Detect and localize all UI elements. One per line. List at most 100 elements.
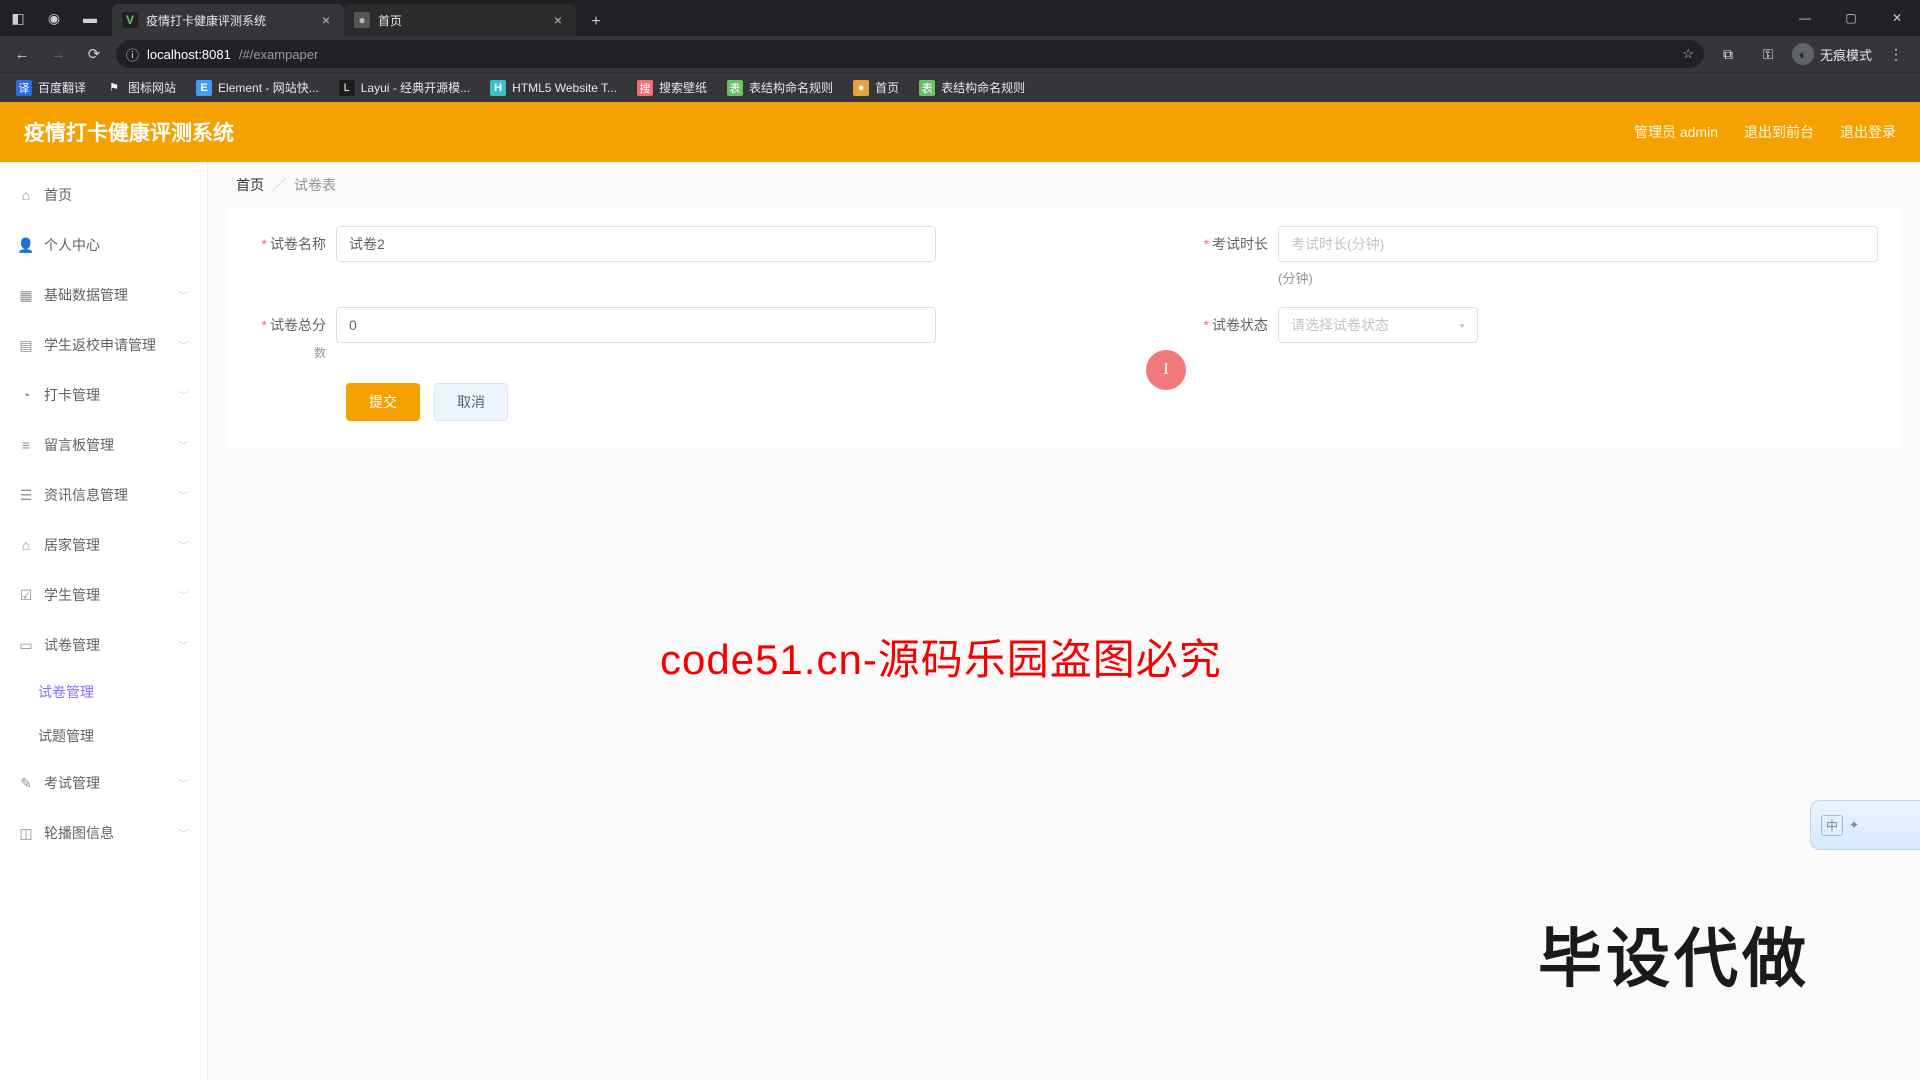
bookmark-item[interactable]: EElement - 网站快...: [188, 76, 327, 100]
bookmark-label: 首页: [875, 79, 899, 96]
sidebar-item-label: 居家管理: [44, 535, 100, 555]
bookmark-label: 图标网站: [128, 79, 176, 96]
chevron-down-icon: ﹀: [178, 389, 189, 400]
ime-tool-icon[interactable]: ✦: [1849, 818, 1859, 832]
bookmark-star-icon[interactable]: ☆: [1682, 46, 1694, 62]
sidebar-item[interactable]: ▦基础数据管理﹀: [0, 270, 207, 320]
sidebar-item[interactable]: ≡留言板管理﹀: [0, 420, 207, 470]
bookmark-item[interactable]: 表表结构命名规则: [719, 76, 841, 100]
sidebar-item-label: 首页: [44, 185, 72, 205]
incognito-icon: ◐: [1792, 43, 1814, 65]
sidebar-subitem-question[interactable]: 试题管理: [0, 714, 207, 758]
status-label: 试卷状态: [1192, 307, 1278, 343]
window-close-button[interactable]: ✕: [1874, 0, 1920, 36]
sidebar-item[interactable]: ▭试卷管理﹀: [0, 620, 207, 670]
sidebar-item-label: 个人中心: [44, 235, 100, 255]
bookmark-item[interactable]: HHTML5 Website T...: [482, 76, 625, 100]
sidebar-icon: ◔: [18, 387, 34, 403]
breadcrumb-home[interactable]: 首页: [236, 175, 264, 195]
header-admin-label[interactable]: 管理员 admin: [1634, 122, 1718, 142]
sidebar-item-label: 学生管理: [44, 585, 100, 605]
ime-toolbar[interactable]: 中 ✦: [1810, 800, 1920, 850]
close-tab-icon[interactable]: ×: [550, 12, 566, 28]
sidebar-icon: ▦: [18, 287, 34, 303]
sidebar-item[interactable]: ☑学生管理﹀: [0, 570, 207, 620]
bookmark-item[interactable]: ⚑ 图标网站: [98, 76, 184, 100]
app-window-icon: ▬: [72, 0, 108, 36]
bookmark-item[interactable]: 搜搜索壁纸: [629, 76, 715, 100]
bookmark-item[interactable]: 表表结构命名规则: [911, 76, 1033, 100]
bookmark-icon: 表: [727, 80, 743, 96]
sidebar-subitem-paper[interactable]: 试卷管理: [0, 670, 207, 714]
sidebar-icon: ⌂: [18, 537, 34, 553]
score-label: 试卷总分: [250, 307, 336, 343]
nav-reload-button[interactable]: ⟳: [80, 40, 108, 68]
browser-tab-active[interactable]: V 疫情打卡健康评测系统 ×: [112, 4, 344, 36]
bookmark-item[interactable]: LLayui - 经典开源模...: [331, 76, 478, 100]
sidebar-item[interactable]: ⌂ 首页: [0, 170, 207, 220]
duration-input[interactable]: [1278, 226, 1878, 262]
chevron-down-icon: ﹀: [178, 827, 189, 838]
new-tab-button[interactable]: +: [582, 8, 610, 36]
tab-title: 疫情打卡健康评测系统: [146, 12, 310, 29]
window-minimize-button[interactable]: ―: [1782, 0, 1828, 36]
incognito-glyph-icon: ◉: [36, 0, 72, 36]
paper-name-input[interactable]: [336, 226, 936, 262]
bookmarks-bar: 译百度翻译 ⚑ 图标网站 EElement - 网站快...LLayui - 经典开源…: [0, 72, 1920, 102]
sidebar-item[interactable]: ⌂居家管理﹀: [0, 520, 207, 570]
url-bar[interactable]: ⓘ localhost:8081 /#/exampaper ☆: [116, 40, 1704, 68]
breadcrumb: 首页 ／ 试卷表: [208, 162, 1920, 208]
status-placeholder: 请选择试卷状态: [1291, 315, 1389, 335]
nav-back-button[interactable]: ←: [8, 40, 36, 68]
bookmark-item[interactable]: ● 首页: [845, 76, 907, 100]
reading-list-icon[interactable]: ⧉: [1712, 40, 1744, 68]
sidebar-item[interactable]: ✎考试管理﹀: [0, 758, 207, 808]
sidebar-icon: ☰: [18, 487, 34, 503]
bookmark-icon: ●: [853, 80, 869, 96]
tab-favicon: ●: [354, 12, 370, 28]
status-select[interactable]: 请选择试卷状态 ▾: [1278, 307, 1478, 343]
sidebar-icon: ▤: [18, 337, 34, 353]
sidebar-item-label: 学生返校申请管理: [44, 335, 156, 355]
sidebar-icon: ⌂: [18, 187, 34, 203]
bookmark-label: 表结构命名规则: [941, 79, 1025, 96]
bookmark-icon: 译: [16, 80, 32, 96]
breadcrumb-sep-icon: ／: [272, 175, 286, 195]
header-exit-front-button[interactable]: 退出到前台: [1744, 122, 1814, 142]
system-menu-icon[interactable]: ◧: [0, 0, 36, 36]
window-maximize-button[interactable]: ▢: [1828, 0, 1874, 36]
browser-tab[interactable]: ● 首页 ×: [344, 4, 576, 36]
close-tab-icon[interactable]: ×: [318, 12, 334, 28]
url-path: /#/exampaper: [239, 47, 319, 62]
incognito-indicator[interactable]: ◐ 无痕模式: [1792, 43, 1872, 65]
cancel-button[interactable]: 取消: [434, 383, 508, 421]
tab-favicon: V: [122, 12, 138, 28]
sidebar-item-label: 考试管理: [44, 773, 100, 793]
sidebar-icon: ✎: [18, 775, 34, 791]
nav-forward-button: →: [44, 40, 72, 68]
sidebar-item-label: 试卷管理: [44, 635, 100, 655]
sidebar-item-label: 轮播图信息: [44, 823, 114, 843]
bookmark-icon: ⚑: [106, 80, 122, 96]
sidebar-item[interactable]: 👤 个人中心: [0, 220, 207, 270]
bookmark-label: 搜索壁纸: [659, 79, 707, 96]
site-info-icon[interactable]: ⓘ: [126, 45, 139, 64]
header-logout-button[interactable]: 退出登录: [1840, 122, 1896, 142]
sidebar-item[interactable]: ▤学生返校申请管理﹀: [0, 320, 207, 370]
sidebar-item[interactable]: ☰资讯信息管理﹀: [0, 470, 207, 520]
ime-lang[interactable]: 中: [1821, 815, 1843, 836]
sidebar-icon: 👤: [18, 237, 34, 253]
sidebar: ⌂首页👤个人中心▦基础数据管理﹀▤学生返校申请管理﹀◔打卡管理﹀≡留言板管理﹀☰…: [0, 162, 208, 1080]
chevron-down-icon: ﹀: [178, 589, 189, 600]
bookmark-label: Layui - 经典开源模...: [361, 79, 470, 96]
password-key-icon[interactable]: ⚿: [1752, 40, 1784, 68]
submit-button[interactable]: 提交: [346, 383, 420, 421]
bookmark-item[interactable]: 译百度翻译: [8, 76, 94, 100]
duration-hint: (分钟): [1278, 268, 1878, 287]
browser-menu-button[interactable]: ⋮: [1880, 40, 1912, 68]
sidebar-icon: ≡: [18, 437, 34, 453]
watermark-banner: code51.cn-源码乐园盗图必究: [660, 626, 1222, 687]
sidebar-item[interactable]: ◔打卡管理﹀: [0, 370, 207, 420]
sidebar-item[interactable]: ◫轮播图信息﹀: [0, 808, 207, 858]
score-input[interactable]: [336, 307, 936, 343]
